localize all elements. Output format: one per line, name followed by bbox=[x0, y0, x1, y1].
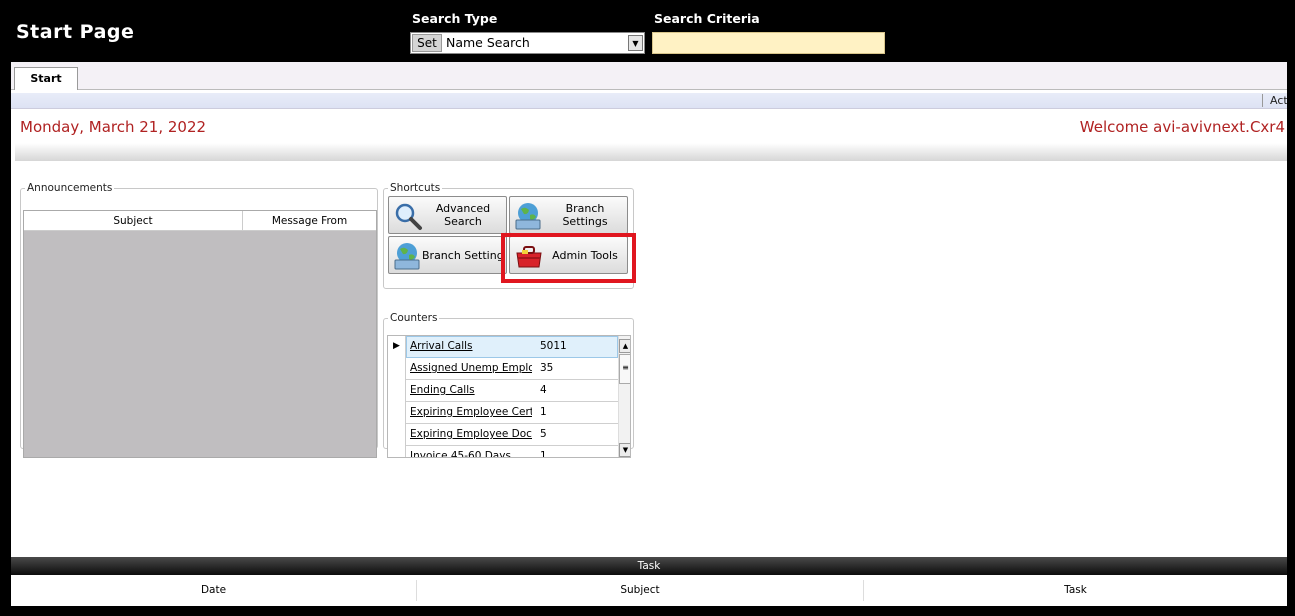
globe-icon bbox=[515, 203, 541, 230]
search-type-select[interactable]: Set Name Search ▼ bbox=[410, 32, 645, 54]
branch-settings-label: Branch Settings bbox=[562, 202, 608, 228]
welcome-message: Welcome avi-avivnext.Cxr4 bbox=[1079, 118, 1285, 136]
chevron-down-icon[interactable]: ▼ bbox=[628, 35, 643, 51]
counter-link[interactable]: Invoice 45-60 Days bbox=[410, 450, 532, 457]
table-row[interactable]: Invoice 45-60 Days 1 bbox=[388, 446, 618, 458]
page-title: Start Page bbox=[16, 21, 135, 43]
row-pointer bbox=[388, 424, 406, 446]
scroll-thumb[interactable]: ≡ bbox=[619, 354, 630, 384]
announcements-group: Announcements Subject Message From bbox=[20, 182, 378, 458]
scroll-down-icon[interactable]: ▼ bbox=[619, 443, 630, 457]
table-row[interactable]: Expiring Employee Cert. 1 bbox=[388, 402, 618, 424]
branch-settings-button-2[interactable]: Branch Settings bbox=[388, 236, 507, 274]
action-bar: Act bbox=[11, 93, 1287, 109]
row-pointer bbox=[388, 446, 406, 457]
branch-settings-label-2: Branch Settings bbox=[422, 248, 504, 262]
globe-icon bbox=[394, 243, 420, 270]
tab-bar: Start Page bbox=[11, 62, 1287, 107]
application-window: Start Page Search Type Search Criteria S… bbox=[0, 0, 1295, 616]
action-menu[interactable]: Act bbox=[1262, 94, 1287, 107]
announcements-header: Subject Message From bbox=[24, 211, 376, 231]
counter-value: 1 bbox=[540, 450, 547, 458]
set-button[interactable]: Set bbox=[412, 34, 442, 52]
main-panel: Start Page Act Monday, March 21, 2022 We… bbox=[11, 62, 1287, 606]
announcements-legend: Announcements bbox=[27, 182, 113, 194]
table-row[interactable]: Assigned Unemp Emplo 35 bbox=[388, 358, 618, 380]
counter-link[interactable]: Ending Calls bbox=[410, 384, 532, 396]
shortcuts-legend: Shortcuts bbox=[390, 182, 441, 194]
row-pointer bbox=[388, 358, 406, 380]
search-type-value: Name Search bbox=[446, 35, 530, 50]
highlight-box bbox=[501, 233, 636, 283]
counter-value: 4 bbox=[540, 384, 547, 396]
advanced-search-label: Advanced Search bbox=[435, 202, 491, 228]
table-row[interactable]: Ending Calls 4 bbox=[388, 380, 618, 402]
table-row[interactable]: ▶ Arrival Calls 5011 bbox=[388, 336, 618, 358]
search-criteria-label: Search Criteria bbox=[654, 11, 760, 26]
counter-value: 35 bbox=[540, 362, 554, 374]
counters-grid[interactable]: ▶ Arrival Calls 5011 Assigned Unemp Empl… bbox=[387, 335, 631, 458]
search-type-label: Search Type bbox=[412, 11, 498, 26]
column-header-subject[interactable]: Subject bbox=[417, 580, 864, 601]
vertical-scrollbar[interactable]: ▲ ≡ ▼ bbox=[618, 336, 630, 457]
counter-link[interactable]: Expiring Employee Cert. bbox=[410, 406, 532, 418]
row-pointer: ▶ bbox=[388, 336, 406, 358]
counter-link[interactable]: Arrival Calls bbox=[410, 340, 532, 352]
column-header-message-from[interactable]: Message From bbox=[243, 211, 376, 231]
announcements-grid[interactable]: Subject Message From bbox=[23, 210, 377, 458]
counter-value: 1 bbox=[540, 406, 547, 418]
tab-start-page[interactable]: Start Page bbox=[14, 67, 78, 107]
magnifier-icon bbox=[395, 203, 422, 230]
counter-value: 5 bbox=[540, 428, 547, 440]
counter-value: 5011 bbox=[540, 340, 567, 352]
counter-link[interactable]: Assigned Unemp Emplo bbox=[410, 362, 532, 374]
column-header-subject[interactable]: Subject bbox=[24, 211, 243, 231]
row-pointer bbox=[388, 402, 406, 424]
divider-bar bbox=[15, 143, 1287, 161]
row-pointer bbox=[388, 380, 406, 402]
counters-group: Counters ▶ Arrival Calls 5011 Assigned U… bbox=[383, 312, 634, 458]
column-header-task[interactable]: Task bbox=[864, 580, 1287, 601]
current-date: Monday, March 21, 2022 bbox=[20, 118, 207, 136]
table-row[interactable]: Expiring Employee Docs 5 bbox=[388, 424, 618, 446]
branch-settings-button[interactable]: Branch Settings bbox=[509, 196, 628, 234]
column-header-date[interactable]: Date bbox=[11, 580, 417, 601]
counters-legend: Counters bbox=[390, 312, 438, 324]
triangle-right-icon: ▶ bbox=[393, 341, 400, 351]
task-grid-header: Date Subject Task bbox=[11, 580, 1287, 601]
advanced-search-button[interactable]: Advanced Search bbox=[388, 196, 507, 234]
search-criteria-input[interactable] bbox=[652, 32, 885, 54]
scroll-up-icon[interactable]: ▲ bbox=[619, 339, 630, 353]
counter-link[interactable]: Expiring Employee Docs bbox=[410, 428, 532, 440]
task-panel-title: Task bbox=[11, 557, 1287, 575]
